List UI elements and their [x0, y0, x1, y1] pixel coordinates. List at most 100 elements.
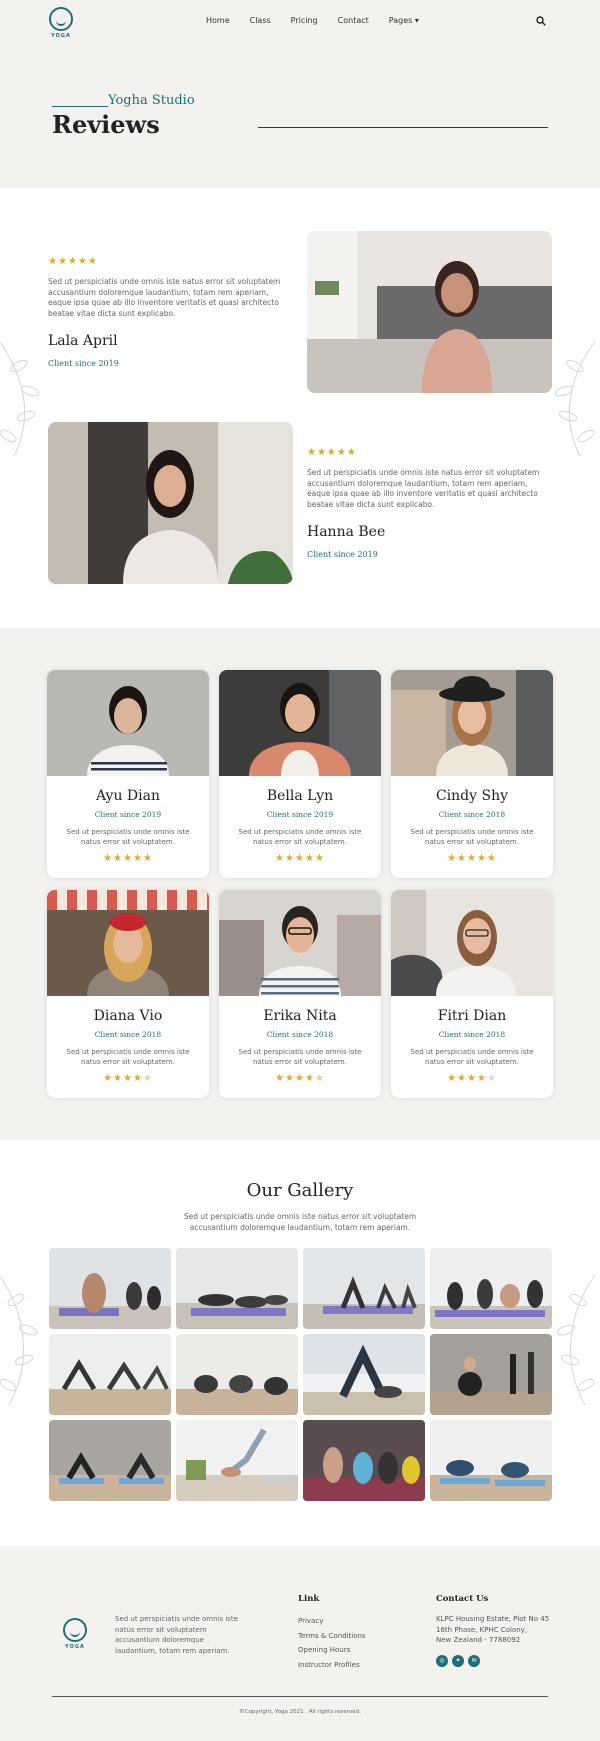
client-name: Fitri Dian: [437, 1008, 507, 1024]
footer-contact-title: Contact Us: [436, 1594, 489, 1604]
gallery-image[interactable]: [430, 1420, 552, 1501]
gallery-section: Our Gallery Sed ut perspiciatis unde omn…: [0, 1140, 600, 1546]
twitter-icon[interactable]: ✦: [452, 1654, 464, 1667]
client-name: Cindy Shy: [435, 788, 509, 804]
rating-stars: ★★★★★: [307, 447, 357, 458]
address-line: 16th Phase, KPHC Colony,: [436, 1625, 528, 1634]
floral-decoration-icon: [556, 1274, 596, 1406]
filled-stars: ★★★★: [275, 1073, 315, 1084]
client-card[interactable]: Cindy Shy Client since 2018 Sed ut persp…: [391, 670, 553, 878]
review-hanna: ★★★★★ Sed ut perspiciatis unde omnis ist…: [307, 447, 547, 559]
nav-class[interactable]: Class: [250, 16, 271, 25]
gallery-image[interactable]: [303, 1420, 425, 1501]
client-since: Client since 2019: [48, 359, 119, 368]
footer-links-title: Link: [298, 1594, 320, 1604]
gallery-image[interactable]: [430, 1248, 552, 1329]
footer-logo[interactable]: YOGA: [60, 1618, 90, 1650]
client-card[interactable]: Ayu Dian Client since 2019 Sed ut perspi…: [47, 670, 209, 878]
gallery-subtitle: Sed ut perspiciatis unde omnis iste natu…: [183, 1212, 417, 1232]
reviewer-photo: [48, 422, 293, 584]
lotus-icon: [63, 1618, 87, 1642]
footer-contact: Contact Us KLPC Housing Estate, Plot No …: [436, 1594, 549, 1667]
logo-text: YOGA: [51, 33, 71, 39]
review-text: Sed ut perspiciatis unde omnis iste natu…: [66, 828, 190, 846]
empty-star-icon: ★: [486, 1073, 497, 1084]
nav-pricing[interactable]: Pricing: [291, 16, 318, 25]
client-since: Client since 2018: [94, 1030, 162, 1039]
client-card[interactable]: Bella Lyn Client since 2019 Sed ut persp…: [219, 670, 381, 878]
review-text: Sed ut perspiciatis unde omnis iste natu…: [410, 1048, 534, 1066]
email-icon[interactable]: ✉: [468, 1654, 480, 1667]
client-photo: [391, 890, 553, 996]
client-card[interactable]: Erika Nita Client since 2018 Sed ut pers…: [219, 890, 381, 1098]
client-photo: [391, 670, 553, 776]
client-since: Client since 2018: [438, 810, 506, 819]
link-privacy[interactable]: Privacy: [298, 1614, 366, 1629]
rating-stars: ★★★★★: [447, 853, 497, 864]
page-title: Reviews: [52, 110, 160, 139]
reviewer-photo: [307, 231, 552, 393]
client-photo: [219, 890, 381, 996]
gallery-image[interactable]: [176, 1248, 298, 1329]
logo-text: YOGA: [65, 1644, 85, 1650]
client-card[interactable]: Fitri Dian Client since 2018 Sed ut pers…: [391, 890, 553, 1098]
client-photo: [47, 890, 209, 996]
gallery-image[interactable]: [303, 1248, 425, 1329]
title-divider: [258, 127, 548, 128]
nav-pages-label: Pages: [388, 16, 413, 25]
gallery-image[interactable]: [303, 1334, 425, 1415]
review-text: Sed ut perspiciatis unde omnis iste natu…: [238, 828, 362, 846]
copyright: ©Copyright, Yoga 2021 . All rights reser…: [239, 1709, 361, 1715]
gallery-image[interactable]: [430, 1334, 552, 1415]
client-since: Client since 2018: [438, 1030, 506, 1039]
client-since: Client since 2019: [94, 810, 162, 819]
reviewer-name: Lala April: [48, 333, 118, 349]
nav-contact[interactable]: Contact: [338, 16, 369, 25]
half-star-icon: ★: [314, 1073, 325, 1084]
link-opening-hours[interactable]: Opening Hours: [298, 1643, 366, 1658]
client-photo: [219, 670, 381, 776]
filled-stars: ★★★★: [103, 1073, 143, 1084]
review-text: Sed ut perspiciatis unde omnis iste natu…: [410, 828, 534, 846]
client-since: Client since 2019: [307, 550, 378, 559]
gallery-image[interactable]: [49, 1248, 171, 1329]
gallery-image[interactable]: [49, 1334, 171, 1415]
nav-home[interactable]: Home: [206, 16, 230, 25]
client-since: Client since 2019: [266, 810, 334, 819]
footer-links: Link Privacy Terms & Conditions Opening …: [298, 1594, 366, 1672]
caret-down-icon: ▾: [414, 16, 419, 25]
link-instructor-profiles[interactable]: Instructor Profiles: [298, 1658, 366, 1673]
filled-stars: ★★★★: [447, 1073, 487, 1084]
client-name: Diana Vio: [93, 1008, 163, 1024]
client-name: Ayu Dian: [96, 788, 160, 804]
rating-stars: ★★★★★: [391, 1073, 553, 1084]
hero-subtitle: Yogha Studio: [108, 93, 195, 108]
address-line: KLPC Housing Estate, Plot No 45: [436, 1615, 550, 1623]
lotus-icon: [49, 7, 73, 31]
address-line: New Zealand - 7788092: [436, 1636, 521, 1644]
rating-stars: ★★★★★: [103, 853, 153, 864]
social-links: ◎ ✦ ✉: [436, 1654, 549, 1667]
rating-stars: ★★★★★: [47, 1073, 209, 1084]
gallery-image[interactable]: [176, 1420, 298, 1501]
client-card[interactable]: Diana Vio Client since 2018 Sed ut persp…: [47, 890, 209, 1098]
logo[interactable]: YOGA: [48, 7, 74, 39]
search-icon[interactable]: [536, 16, 546, 26]
link-terms[interactable]: Terms & Conditions: [298, 1629, 366, 1644]
footer-divider: [52, 1696, 548, 1697]
floral-decoration-icon: [0, 1275, 38, 1406]
gallery-image[interactable]: [49, 1420, 171, 1501]
review-text: Sed ut perspiciatis unde omnis iste natu…: [48, 277, 281, 318]
subtitle-underline: [52, 106, 108, 107]
rating-stars: ★★★★★: [275, 853, 325, 864]
gallery-image[interactable]: [176, 1334, 298, 1415]
client-name: Erika Nita: [263, 1008, 337, 1024]
client-name: Bella Lyn: [266, 788, 334, 804]
client-photo: [47, 670, 209, 776]
nav-pages[interactable]: Pages ▾: [389, 16, 419, 25]
review-text: Sed ut perspiciatis unde omnis iste natu…: [238, 1048, 362, 1066]
gallery-title: Our Gallery: [246, 1180, 354, 1201]
reviewer-name: Hanna Bee: [307, 524, 386, 540]
rating-stars: ★★★★★: [48, 256, 98, 267]
instagram-icon[interactable]: ◎: [436, 1654, 448, 1667]
